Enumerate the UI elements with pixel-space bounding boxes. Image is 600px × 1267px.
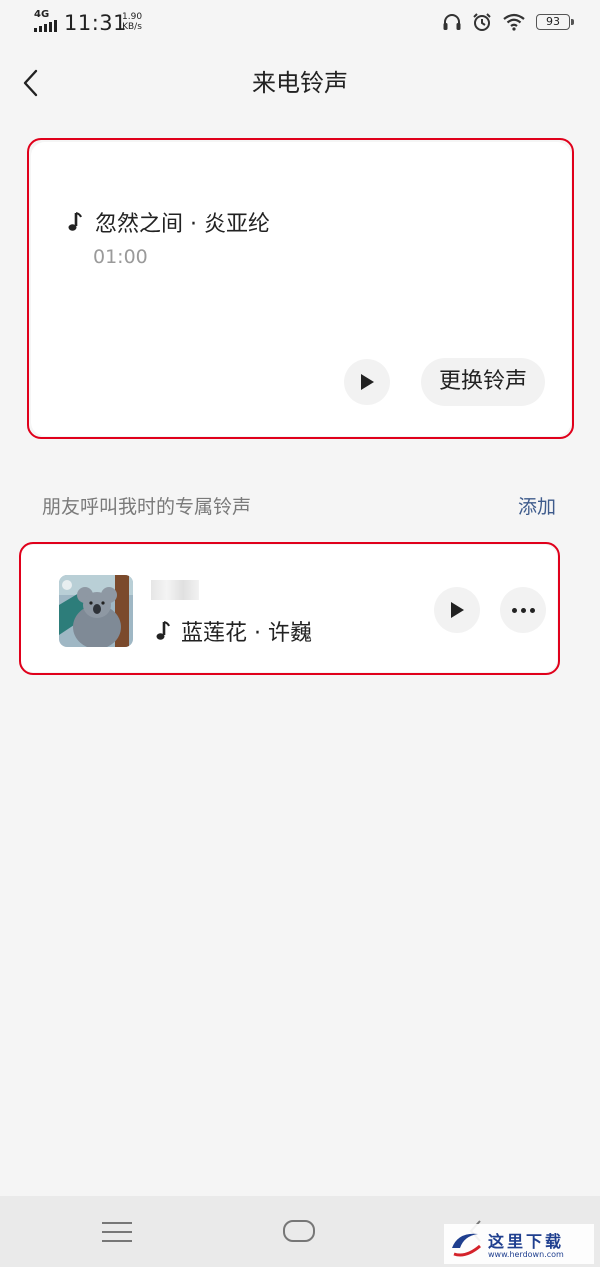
headset-icon: [443, 14, 461, 30]
clock: 11:31: [64, 11, 128, 35]
page-title: 来电铃声: [252, 69, 348, 97]
watermark-url: www.herdown.com: [488, 1250, 564, 1259]
highlight-box-friend: [19, 542, 560, 675]
net-speed: 1.90 KB/s: [122, 12, 142, 32]
net-speed-value: 1.90: [122, 12, 143, 22]
alarm-icon: [473, 13, 491, 31]
watermark: 这里下载 www.herdown.com: [444, 1224, 594, 1264]
status-icons: 93: [442, 12, 574, 32]
friends-section-label: 朋友呼叫我时的专属铃声: [42, 496, 252, 518]
highlight-box-current: [27, 138, 574, 439]
add-friend-ringtone-link[interactable]: 添加: [518, 492, 556, 519]
watermark-text: 这里下载: [488, 1232, 565, 1251]
battery-indicator: 93: [536, 14, 574, 30]
signal-icon: [34, 20, 57, 32]
status-bar: 4G 11:31 1.90 KB/s 93: [0, 0, 600, 50]
net-speed-unit: KB/s: [122, 22, 142, 32]
home-icon[interactable]: [283, 1220, 315, 1242]
menu-icon[interactable]: [102, 1222, 132, 1242]
network-type: 4G: [34, 9, 50, 20]
back-chevron-icon: [23, 69, 38, 97]
wifi-icon: [503, 13, 525, 31]
watermark-logo-icon: [452, 1233, 481, 1257]
back-button[interactable]: [18, 66, 48, 100]
